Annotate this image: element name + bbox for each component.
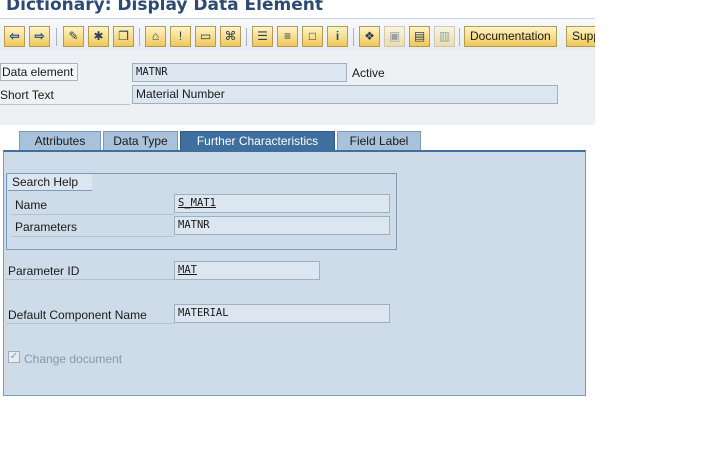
tab-attributes[interactable]: Attributes bbox=[19, 131, 101, 150]
row-divider bbox=[6, 323, 174, 324]
row-divider bbox=[11, 236, 174, 237]
search-help-name-label: Name bbox=[15, 198, 48, 212]
activate-icon[interactable]: ✱ bbox=[88, 26, 109, 47]
compare-icon[interactable]: ▤ bbox=[409, 26, 430, 47]
default-component-name-label: Default Component Name bbox=[8, 308, 147, 322]
tab-field-label[interactable]: Field Label bbox=[337, 131, 421, 150]
short-text-field[interactable]: Material Number bbox=[132, 85, 558, 104]
change-document-checkbox[interactable]: ✓ bbox=[8, 351, 20, 363]
check-icon[interactable]: ! bbox=[170, 26, 191, 47]
change-document-label: Change document bbox=[24, 352, 123, 366]
application-toolbar: ⇦ ⇨ ✎ ✱ ❐ ⌂ ! ▭ ⌘ ☰ ≡ □ i ❖ ▣ ▤ ▥ Docume… bbox=[0, 18, 595, 51]
search-help-parameters-field[interactable]: MATNR bbox=[174, 216, 390, 235]
parameter-id-value: MAT bbox=[178, 264, 197, 276]
search-help-name-field[interactable]: S_MAT1 bbox=[174, 194, 390, 213]
transport-icon[interactable]: ❖ bbox=[359, 26, 380, 47]
row-divider bbox=[11, 214, 174, 215]
toolbar-separator bbox=[246, 28, 247, 46]
toolbar-separator bbox=[353, 28, 354, 46]
append-icon[interactable]: ▣ bbox=[384, 26, 405, 47]
display-object-list-icon[interactable]: ▭ bbox=[195, 26, 216, 47]
tab-further-characteristics[interactable]: Further Characteristics bbox=[180, 131, 335, 150]
window-title: Dictionary: Display Data Element bbox=[6, 0, 323, 15]
status-text: Active bbox=[352, 66, 385, 80]
data-element-field[interactable]: MATNR bbox=[132, 63, 347, 82]
short-text-label: Short Text bbox=[0, 88, 130, 105]
information-icon[interactable]: i bbox=[327, 26, 348, 47]
display-change-icon[interactable]: ✎ bbox=[63, 26, 84, 47]
technical-settings-icon[interactable]: □ bbox=[302, 26, 323, 47]
parameter-id-label: Parameter ID bbox=[8, 264, 80, 278]
toolbar-separator bbox=[459, 28, 460, 46]
search-help-title: Search Help bbox=[8, 174, 93, 191]
where-used-icon[interactable]: ⌂ bbox=[145, 26, 166, 47]
tab-data-type[interactable]: Data Type bbox=[103, 131, 178, 150]
supplementary-documentation-button[interactable]: Supp bbox=[566, 26, 595, 47]
documentation-button[interactable]: Documentation bbox=[464, 26, 557, 47]
navigation-window-icon[interactable]: ☰ bbox=[252, 26, 273, 47]
arrow-right-icon[interactable]: ⇨ bbox=[29, 26, 50, 47]
toolbar-separator bbox=[56, 28, 57, 46]
row-divider bbox=[6, 279, 174, 280]
data-element-label: Data element bbox=[0, 63, 78, 81]
settings-icon[interactable]: ▥ bbox=[434, 26, 455, 47]
search-help-name-value: S_MAT1 bbox=[178, 197, 216, 209]
search-help-parameters-label: Parameters bbox=[15, 220, 78, 234]
toolbar-separator bbox=[139, 28, 140, 46]
other-object-icon[interactable]: ❐ bbox=[113, 26, 134, 47]
parameter-id-field[interactable]: MAT bbox=[174, 261, 320, 280]
default-component-name-field[interactable]: MATERIAL bbox=[174, 304, 390, 323]
hierarchy-icon[interactable]: ⌘ bbox=[220, 26, 241, 47]
arrow-left-icon[interactable]: ⇦ bbox=[4, 26, 25, 47]
print-icon[interactable]: ≡ bbox=[277, 26, 298, 47]
